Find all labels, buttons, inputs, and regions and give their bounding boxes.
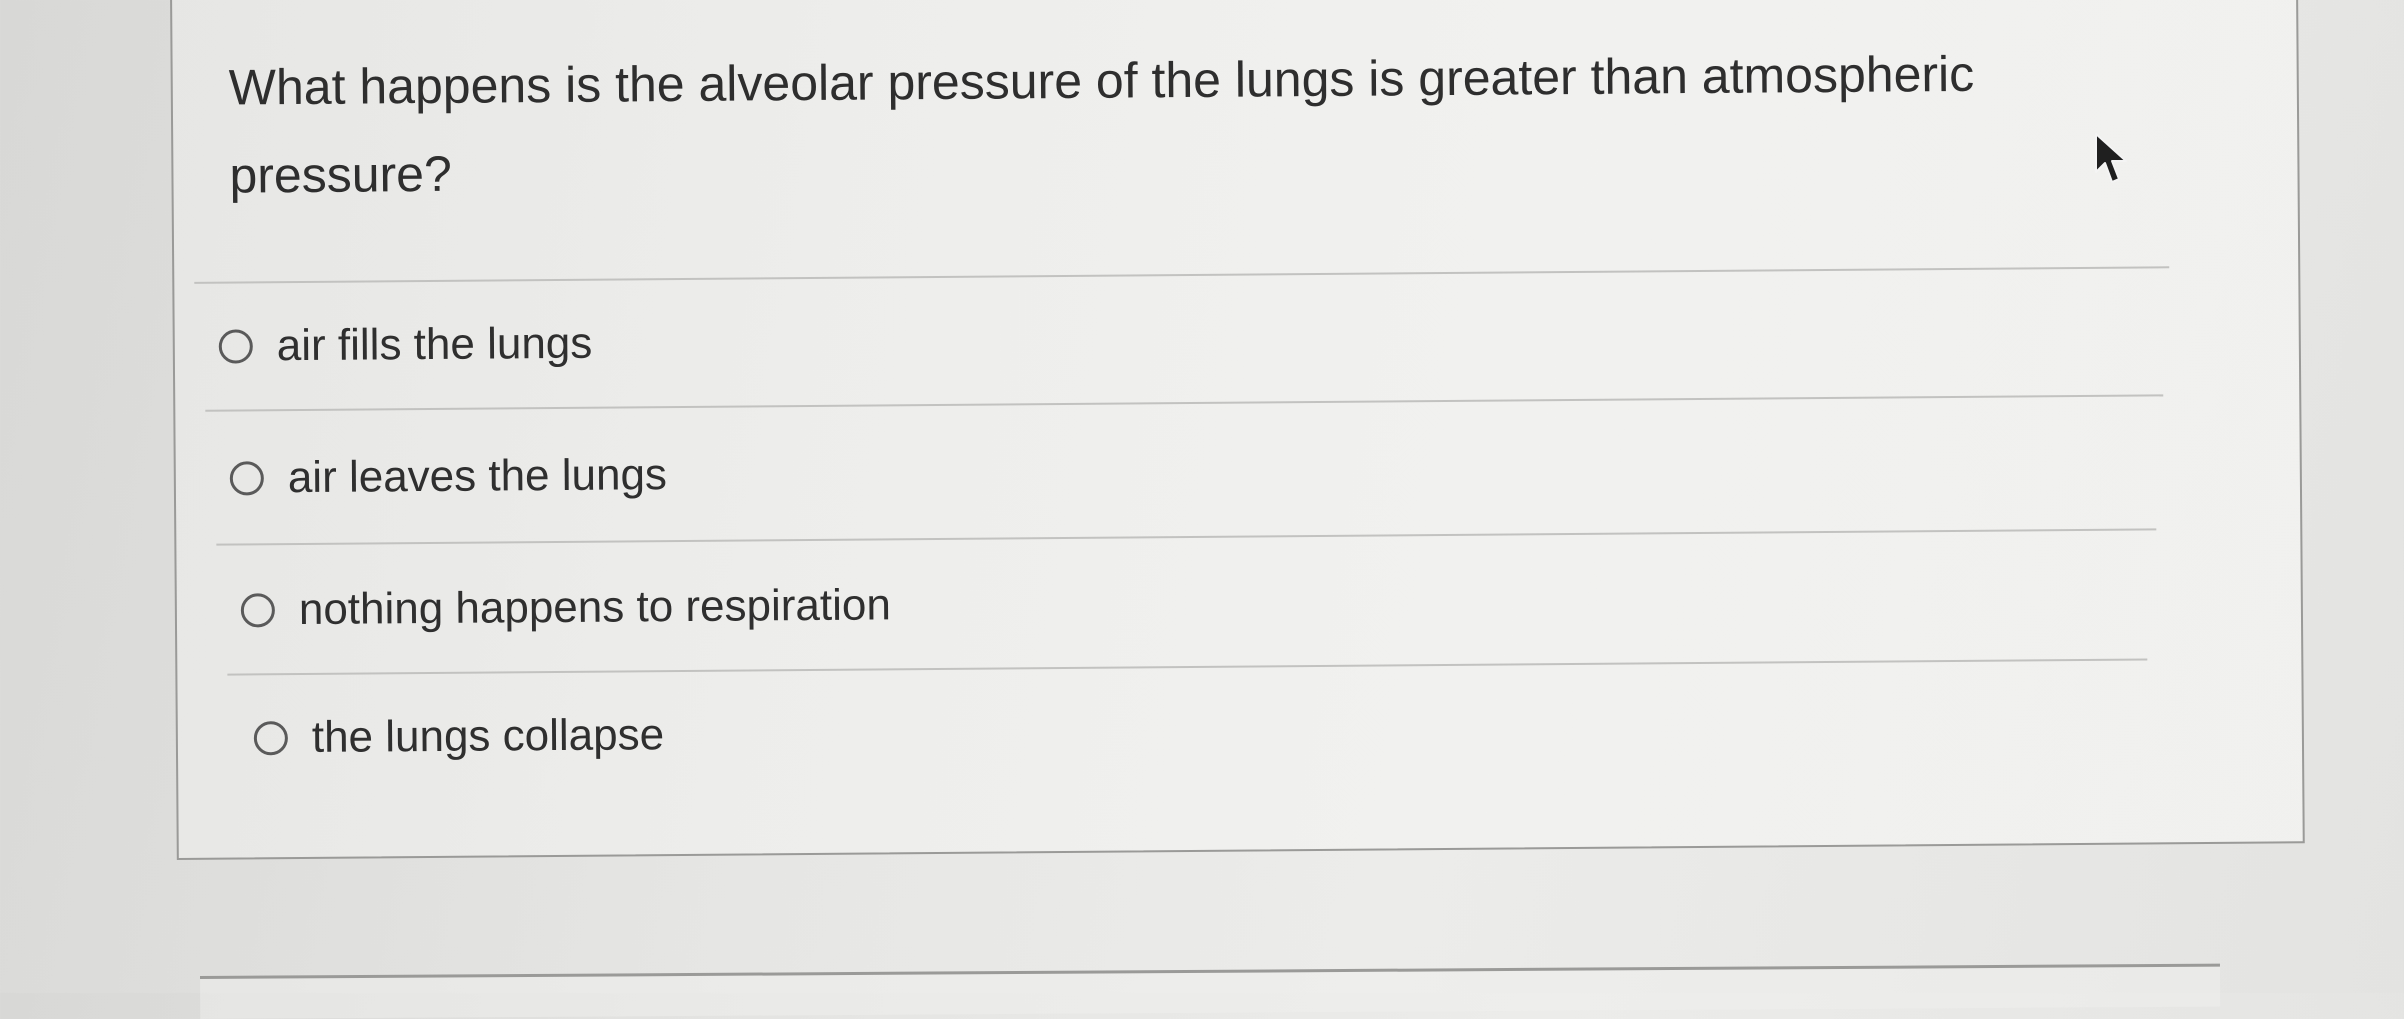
next-question-card-edge — [200, 963, 2221, 1019]
radio-button-icon[interactable] — [240, 593, 276, 628]
mouse-pointer-icon — [2095, 133, 2127, 183]
option-the-lungs-collapse[interactable]: the lungs collapse — [253, 710, 665, 763]
option-nothing-happens-to-respiration[interactable]: nothing happens to respiration — [240, 580, 892, 635]
option-air-leaves-the-lungs[interactable]: air leaves the lungs — [229, 450, 668, 503]
option-label: nothing happens to respiration — [298, 580, 892, 635]
option-divider — [227, 658, 2148, 676]
radio-button-icon[interactable] — [253, 721, 289, 756]
radio-button-icon[interactable] — [218, 329, 253, 364]
option-label: air leaves the lungs — [287, 450, 668, 503]
option-label: air fills the lungs — [276, 318, 593, 371]
option-label: the lungs collapse — [311, 710, 665, 762]
option-air-fills-the-lungs[interactable]: air fills the lungs — [218, 318, 593, 372]
option-divider — [205, 394, 2164, 412]
option-divider — [216, 528, 2157, 546]
radio-button-icon[interactable] — [229, 461, 264, 496]
question-card: What happens is the alveolar pressure of… — [170, 0, 2305, 860]
question-divider — [194, 266, 2170, 284]
question-text: What happens is the alveolar pressure of… — [228, 45, 1975, 204]
